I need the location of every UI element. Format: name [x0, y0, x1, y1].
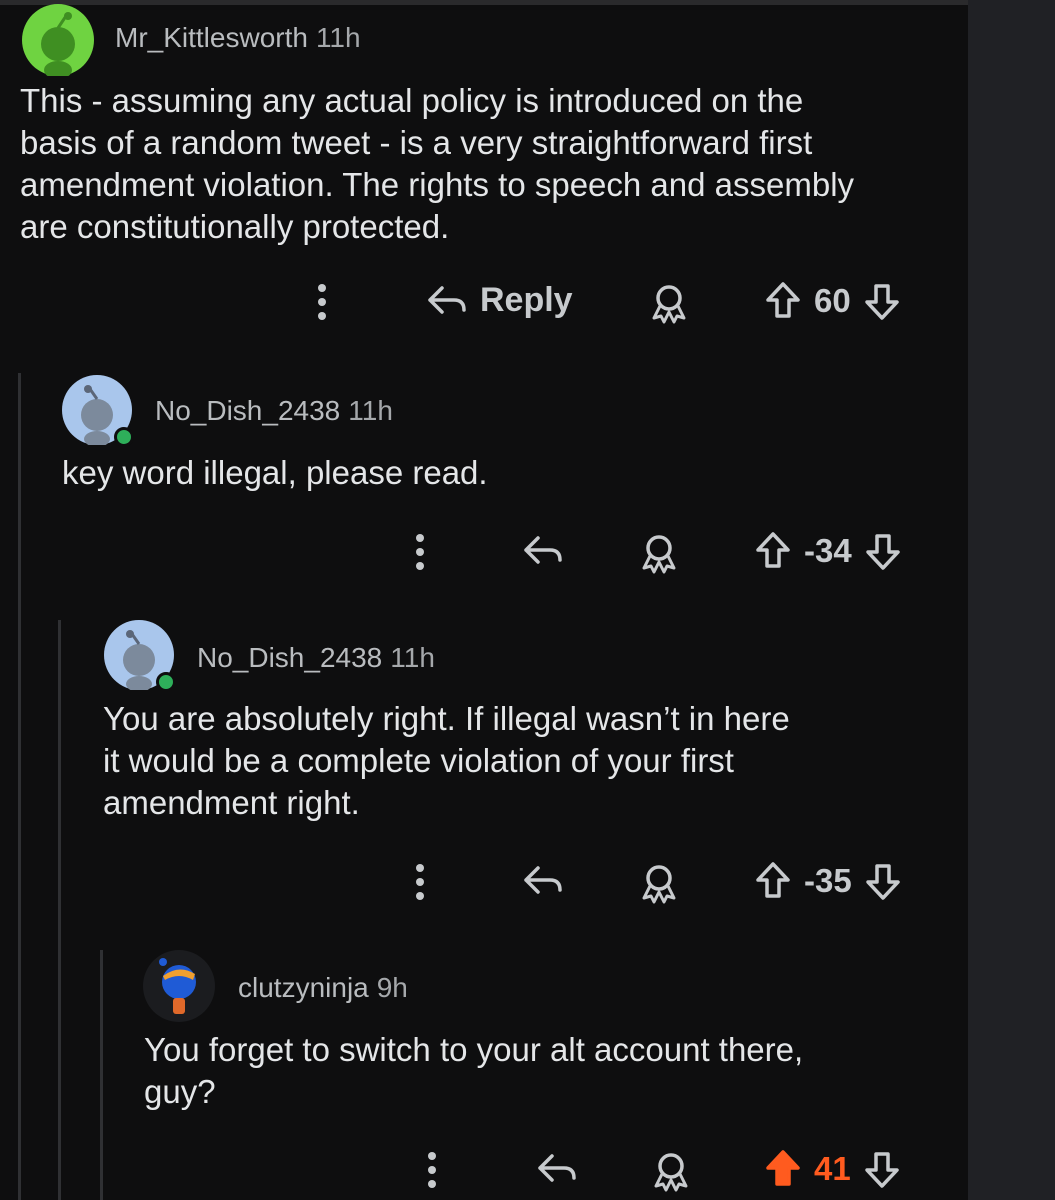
author-name[interactable]: No_Dish_2438 — [197, 642, 382, 673]
online-status-dot — [156, 672, 176, 692]
reply-button[interactable] — [522, 530, 564, 570]
comment-actions: -35 — [0, 858, 968, 908]
more-vertical-icon — [416, 534, 424, 570]
right-edge-background — [968, 0, 1055, 1200]
comment-thread: Mr_Kittlesworth 11h This - assuming any a… — [0, 0, 968, 1200]
comment-time: 11h — [315, 22, 361, 53]
award-icon — [642, 865, 676, 904]
award-button[interactable] — [648, 282, 690, 324]
reply-label: Reply — [480, 280, 573, 319]
reply-button[interactable] — [536, 1148, 578, 1188]
reply-arrow-icon — [428, 286, 466, 314]
comment-line: You forget to switch to your alt account… — [144, 1031, 804, 1068]
more-options-button[interactable] — [414, 862, 426, 902]
comment-line: it would be a complete violation of your… — [103, 742, 734, 779]
vote-controls: -34 — [752, 530, 904, 572]
downvote-arrow-icon[interactable] — [861, 1148, 903, 1190]
award-icon — [652, 285, 686, 324]
more-vertical-icon — [416, 864, 424, 900]
comment-line: amendment violation. The rights to speec… — [20, 166, 855, 203]
comment-body: key word illegal, please read. — [62, 452, 942, 494]
more-vertical-icon — [428, 1152, 436, 1188]
comment-body: You are absolutely right. If illegal was… — [103, 698, 943, 824]
comment-actions: 41 — [0, 1146, 968, 1196]
more-options-button[interactable] — [426, 1150, 438, 1190]
comment-line: basis of a random tweet - is a very stra… — [20, 124, 813, 161]
online-status-dot — [114, 427, 134, 447]
reply-arrow-icon — [524, 536, 562, 564]
comment-body: You forget to switch to your alt account… — [144, 1029, 944, 1113]
comment-meta: Mr_Kittlesworth 11h — [115, 22, 361, 54]
comment-meta: clutzyninja 9h — [238, 972, 408, 1004]
avatar[interactable] — [62, 375, 134, 447]
thread-line[interactable] — [18, 373, 21, 1200]
reply-arrow-icon — [524, 866, 562, 894]
author-name[interactable]: Mr_Kittlesworth — [115, 22, 308, 53]
comment-1: Mr_Kittlesworth 11h This - assuming any a… — [0, 0, 968, 350]
more-vertical-icon — [318, 284, 326, 320]
comment-time: 9h — [376, 972, 408, 1003]
comment-time: 11h — [348, 395, 393, 426]
reply-button[interactable] — [522, 860, 564, 900]
avatar[interactable] — [22, 4, 94, 76]
upvote-arrow-filled-icon[interactable] — [762, 1148, 804, 1190]
author-name[interactable]: No_Dish_2438 — [155, 395, 340, 426]
award-button[interactable] — [638, 532, 680, 574]
award-button[interactable] — [638, 862, 680, 904]
upvote-arrow-icon[interactable] — [752, 530, 794, 572]
comment-line: guy? — [144, 1073, 216, 1110]
snoo-avatar-icon — [41, 12, 75, 76]
avatar[interactable] — [143, 950, 215, 1022]
downvote-arrow-icon[interactable] — [862, 860, 904, 902]
downvote-arrow-icon[interactable] — [862, 530, 904, 572]
comment-body: This - assuming any actual policy is int… — [20, 80, 950, 248]
comment-line: key word illegal, please read. — [62, 454, 488, 491]
comment-actions: Reply 60 — [0, 278, 968, 328]
comment-time: 11h — [390, 642, 435, 673]
author-name[interactable]: clutzyninja — [238, 972, 369, 1003]
comment-actions: -34 — [0, 528, 968, 578]
upvote-arrow-icon[interactable] — [752, 860, 794, 902]
vote-score: 41 — [814, 1150, 851, 1187]
vote-score: -35 — [804, 862, 852, 899]
thread-line[interactable] — [58, 620, 61, 1200]
award-button[interactable] — [650, 1150, 692, 1192]
comment-meta: No_Dish_2438 11h — [197, 642, 435, 674]
more-options-button[interactable] — [316, 282, 328, 322]
comment-line: are constitutionally protected. — [20, 208, 450, 245]
vote-score: -34 — [804, 532, 852, 569]
award-icon — [654, 1153, 688, 1192]
vote-controls: 60 — [762, 280, 903, 322]
award-icon — [642, 535, 676, 574]
snoo-avatar-icon — [159, 958, 196, 1014]
downvote-arrow-icon[interactable] — [861, 280, 903, 322]
reply-button[interactable]: Reply — [426, 280, 573, 320]
vote-controls: -35 — [752, 860, 904, 902]
comment-meta: No_Dish_2438 11h — [155, 395, 393, 427]
upvote-arrow-icon[interactable] — [762, 280, 804, 322]
vote-score: 60 — [814, 282, 851, 319]
comment-line: You are absolutely right. If illegal was… — [103, 700, 790, 737]
avatar[interactable] — [104, 620, 176, 692]
more-options-button[interactable] — [414, 532, 426, 572]
comment-line: This - assuming any actual policy is int… — [20, 82, 804, 119]
reply-arrow-icon — [538, 1154, 576, 1182]
vote-controls: 41 — [762, 1148, 903, 1190]
comment-line: amendment right. — [103, 784, 360, 821]
